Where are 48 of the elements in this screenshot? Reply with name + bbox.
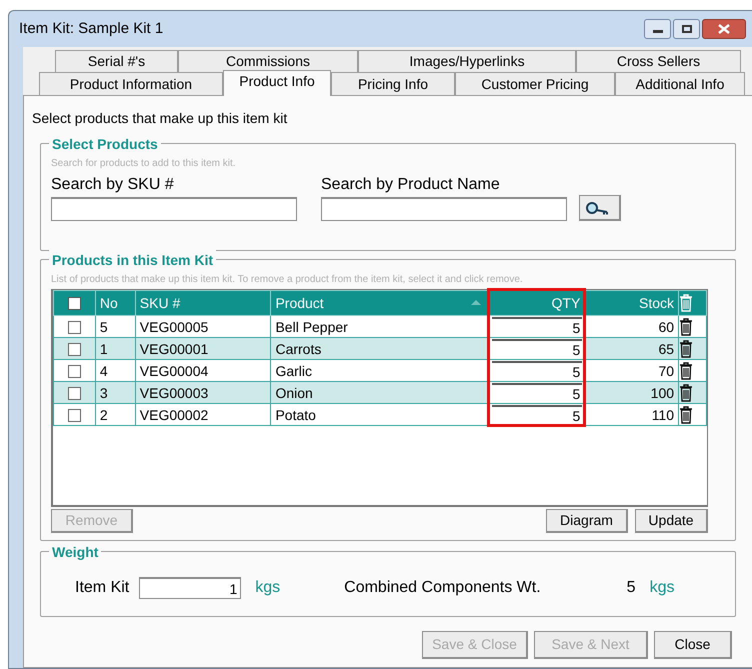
instruction-text: Select products that make up this item kit bbox=[32, 109, 288, 128]
tab[interactable]: Additional Info bbox=[615, 72, 745, 95]
search-button[interactable] bbox=[579, 195, 621, 221]
tab[interactable]: Pricing Info bbox=[331, 72, 455, 95]
minimize-icon bbox=[652, 30, 662, 33]
field-label: Item Kit bbox=[75, 578, 130, 598]
tab[interactable]: Commissions bbox=[178, 50, 358, 72]
tab[interactable]: Serial #'s bbox=[55, 50, 178, 72]
unit-label: kgs bbox=[650, 578, 674, 598]
checkbox[interactable] bbox=[68, 342, 81, 356]
checkbox[interactable] bbox=[68, 364, 81, 378]
close-icon bbox=[718, 24, 730, 34]
trash-icon[interactable] bbox=[679, 340, 694, 358]
field-label: Search by SKU # bbox=[51, 175, 175, 195]
input-field[interactable] bbox=[321, 197, 567, 221]
close-window-button[interactable] bbox=[702, 19, 746, 39]
value-text: 5 bbox=[626, 578, 636, 598]
minimize-button[interactable] bbox=[644, 19, 671, 39]
input-field[interactable] bbox=[51, 197, 297, 221]
checkbox[interactable] bbox=[68, 320, 81, 334]
checkbox[interactable] bbox=[68, 386, 81, 400]
window-title: Item Kit: Sample Kit 1 bbox=[19, 18, 164, 39]
table-cell: 110 bbox=[584, 404, 679, 426]
checkbox[interactable] bbox=[68, 297, 81, 310]
hint-text: Search for products to add to this item kit. bbox=[51, 157, 237, 171]
trash-icon[interactable] bbox=[679, 406, 694, 424]
tab[interactable]: Product Info bbox=[223, 70, 331, 96]
tab[interactable]: Customer Pricing bbox=[455, 72, 615, 95]
maximize-button[interactable] bbox=[673, 19, 700, 39]
tab[interactable]: Product Information bbox=[39, 72, 223, 95]
trash-icon[interactable] bbox=[679, 362, 694, 380]
trash-icon[interactable] bbox=[679, 318, 694, 336]
table-cell: 2 bbox=[95, 404, 136, 426]
button[interactable]: Close bbox=[654, 631, 732, 659]
input-field[interactable]: 1 bbox=[139, 577, 242, 599]
table-cell: VEG00002 bbox=[135, 404, 271, 426]
field-label: Search by Product Name bbox=[321, 175, 501, 195]
column-header[interactable]: SKU # bbox=[135, 290, 271, 316]
unit-label: kgs bbox=[255, 578, 280, 598]
maximize-icon bbox=[682, 25, 692, 33]
trash-icon[interactable] bbox=[679, 384, 694, 402]
button[interactable]: Update bbox=[635, 509, 708, 533]
tab[interactable]: Images/Hyperlinks bbox=[358, 50, 576, 72]
checkbox[interactable] bbox=[68, 408, 81, 422]
hint-text: List of products that make up this item kit. To remove a product from the item kit, select it and click remove. bbox=[51, 273, 524, 287]
tab[interactable]: Cross Sellers bbox=[576, 50, 741, 72]
field-label: Combined Components Wt. bbox=[344, 578, 541, 598]
button[interactable]: Diagram bbox=[546, 509, 628, 533]
